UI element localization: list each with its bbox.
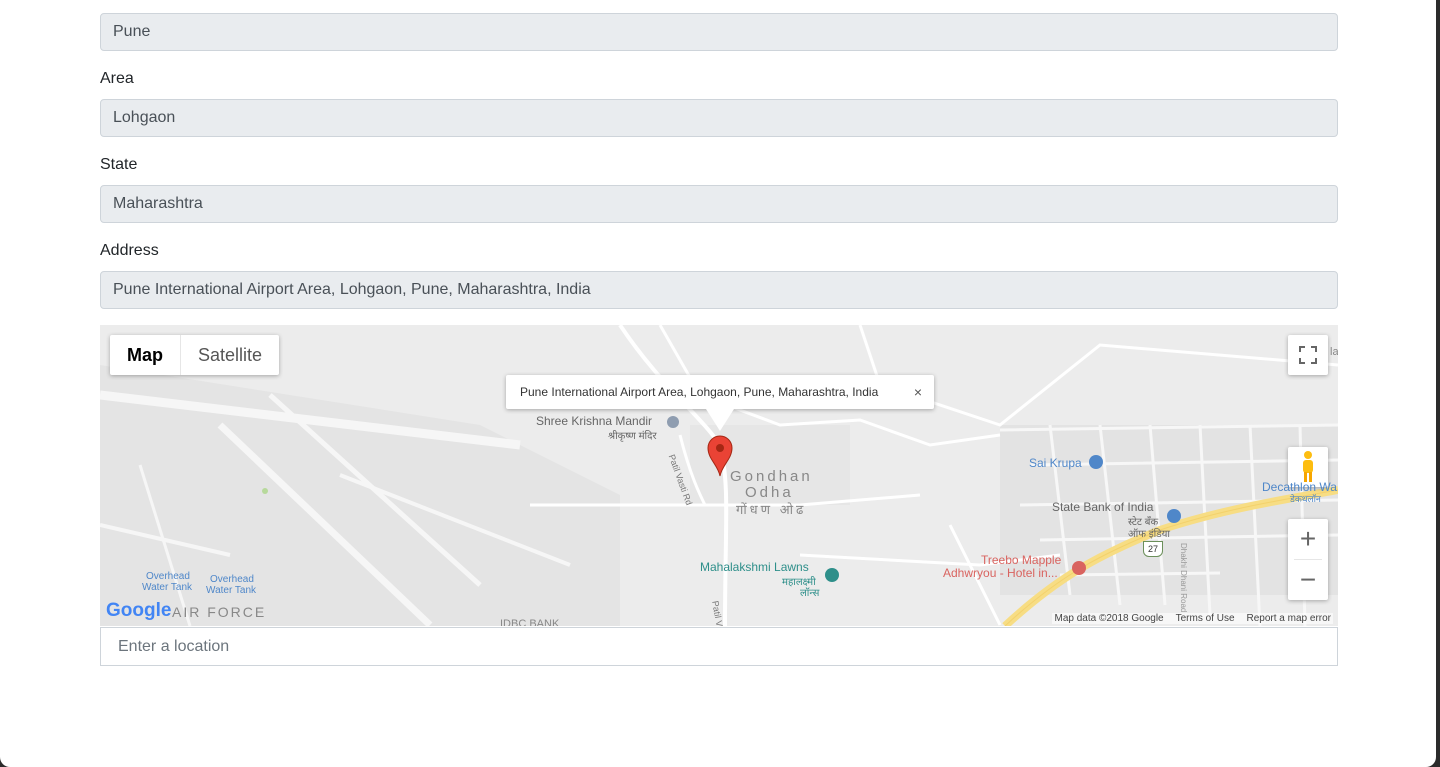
area-field[interactable] (100, 99, 1338, 137)
poi-pin-icon-lawns (825, 568, 839, 582)
zoom-in-button[interactable]: + (1288, 519, 1328, 559)
info-window-text: Pune International Airport Area, Lohgaon… (520, 385, 879, 399)
zoom-out-button[interactable]: − (1288, 560, 1328, 600)
pegman-icon (1303, 451, 1313, 482)
highway-shield: 27 (1143, 541, 1163, 557)
google-logo[interactable]: Google (106, 600, 171, 622)
info-window-close-button[interactable]: × (914, 375, 922, 409)
map-label-sbi-local-2: ऑफ इंडिया (1128, 529, 1170, 540)
city-field[interactable] (100, 13, 1338, 51)
report-map-error-link[interactable]: Report a map error (1247, 613, 1331, 624)
google-logo-text: Google (106, 600, 172, 621)
area-label: Area (100, 70, 134, 87)
fullscreen-button[interactable] (1288, 335, 1328, 375)
map-label-tank1-b: Water Tank (142, 582, 193, 593)
map[interactable]: Map Satellite + − Pune International Air… (100, 325, 1338, 626)
map-label-lawns: Mahalakshmi Lawns (700, 560, 809, 574)
map-label-hotel-1: Treebo Mapple (981, 553, 1062, 567)
poi-pin-icon-sai (1089, 455, 1103, 469)
address-label: Address (100, 242, 159, 259)
map-footer: Map data ©2018 Google Terms of Use Repor… (1052, 613, 1333, 624)
poi-pin-icon-hotel (1072, 561, 1086, 575)
map-label-hotel-2: Adhwryou - Hotel in... (943, 566, 1058, 580)
page: Area State Address (0, 0, 1436, 767)
map-label-tank2-a: Overhead (210, 574, 254, 585)
state-field[interactable] (100, 185, 1338, 223)
map-type-control: Map Satellite (110, 335, 280, 375)
poi-pin-icon-temple (667, 416, 679, 428)
terms-of-use-link[interactable]: Terms of Use (1176, 613, 1235, 624)
map-label-temple: Shree Krishna Mandir (536, 414, 653, 428)
map-label-temple-local: श्रीकृष्ण मंदिर (608, 431, 657, 442)
map-label-area-1: Gondhan (730, 468, 813, 485)
map-label-tank1-a: Overhead (146, 571, 190, 582)
state-label: State (100, 156, 138, 173)
fullscreen-icon (1299, 346, 1317, 364)
map-label-tank2-b: Water Tank (206, 585, 257, 596)
map-label-idbc: IDBC BANK (500, 618, 560, 626)
zoom-control: + − (1288, 519, 1328, 600)
map-type-satellite-button[interactable]: Satellite (180, 335, 279, 375)
map-data-attribution: Map data ©2018 Google (1054, 613, 1164, 624)
poi-pin-icon-sbi (1167, 509, 1181, 523)
map-label-airforce: AIR FORCE (172, 604, 267, 620)
map-label-area-2: Odha (745, 484, 794, 501)
address-field[interactable] (100, 271, 1338, 309)
map-label-edge: la (1330, 346, 1338, 358)
map-label-sai: Sai Krupa (1029, 456, 1082, 470)
map-label-decathlon-local: डेकथलॉन (1290, 494, 1321, 504)
info-window-tail (706, 409, 734, 431)
map-label-area-local: गोंधण ओढ (736, 502, 807, 517)
map-type-map-button[interactable]: Map (110, 335, 180, 375)
map-label-sbi: State Bank of India (1052, 500, 1154, 514)
info-window: Pune International Airport Area, Lohgaon… (506, 375, 934, 431)
location-search-input[interactable] (100, 627, 1338, 666)
map-label-road3: Dhakhi Dhani Road (1179, 543, 1188, 613)
map-label-lawns-local-2: लॉन्स (800, 588, 820, 599)
